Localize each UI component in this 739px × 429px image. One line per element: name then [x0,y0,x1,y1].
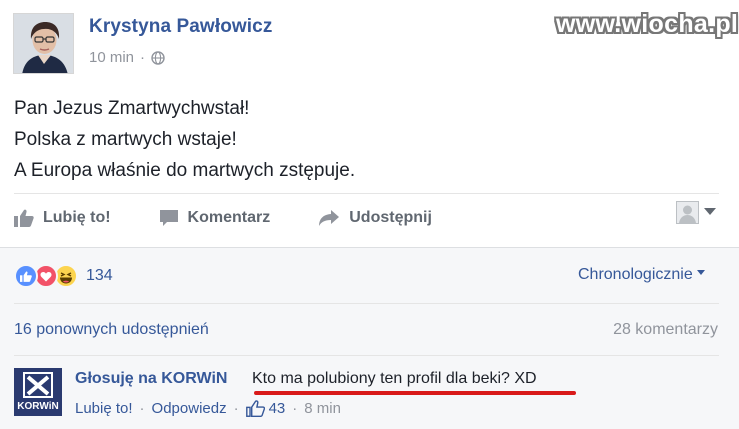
page-viewer-avatar[interactable] [676,201,699,224]
caret-down-icon [696,269,705,275]
separator: · [139,400,145,417]
share-label: Udostępnij [349,209,432,226]
post-time[interactable]: 10 min [89,49,134,66]
watermark: www.wiocha.pl [556,10,739,38]
reaction-count: 134 [86,267,113,284]
comments-count-link[interactable]: 28 komentarzy [613,321,718,339]
thumbs-up-icon [14,209,34,227]
share-button[interactable]: Udostępnij [318,209,432,227]
commenter-avatar[interactable]: KORWiN [14,368,62,416]
share-arrow-icon [319,210,340,226]
comment-button[interactable]: Komentarz [159,209,271,227]
comment-like-link[interactable]: Lubię to! [75,400,133,417]
comment-sort-dropdown[interactable]: Chronologicznie [578,266,705,284]
comment-time[interactable]: 8 min [304,400,341,417]
shares-count-link[interactable]: 16 ponownych udostępnień [14,321,209,339]
chevron-down-icon[interactable] [704,208,716,215]
author-name[interactable]: Krystyna Pawłowicz [89,16,272,38]
comment-likes[interactable]: 43 [245,400,286,417]
post-meta: 10 min · [89,49,165,66]
comment-likes-count: 43 [268,400,286,417]
profile-silhouette-icon [679,205,696,223]
thumbs-up-outline-icon [245,400,265,417]
comment-actions: Lubię to! · Odpowiedz · 43 · 8 min [75,400,341,417]
comments-divider [14,355,719,356]
post-body: Pan Jezus Zmartwychwstał! Polska z martw… [14,93,355,186]
action-divider-top [14,193,719,194]
meta-separator: · [140,49,146,66]
comment-label: Komentarz [187,209,271,226]
reactions-summary[interactable]: 134 [14,264,113,288]
highlight-underline [254,391,576,395]
action-bar: Lubię to! Komentarz Udostępnij [14,198,480,238]
korwin-logo-text: KORWiN [17,401,58,412]
commenter-name[interactable]: Głosuję na KORWiN [75,370,227,388]
separator: · [292,400,298,417]
comment-icon [159,210,178,226]
post-line: A Europa właśnie do martwych zstępuje. [14,160,356,181]
comment-text: Kto ma polubiony ten profil dla beki? XD [252,370,537,387]
sort-label: Chronologicznie [578,266,693,283]
globe-icon[interactable] [151,50,165,65]
post-line: Polska z martwych wstaje! [14,129,237,150]
like-button[interactable]: Lubię to! [14,209,111,227]
facebook-post: Krystyna Pawłowicz 10 min · www.wiocha.p… [0,0,739,429]
comment-reply-link[interactable]: Odpowiedz [152,400,227,417]
feedback-divider-top [0,247,739,248]
author-avatar[interactable] [13,13,74,74]
separator: · [233,400,239,417]
stats-divider [14,303,719,304]
like-label: Lubię to! [43,209,111,226]
like-reaction-icon [14,264,38,288]
post-line: Pan Jezus Zmartwychwstał! [14,98,250,119]
